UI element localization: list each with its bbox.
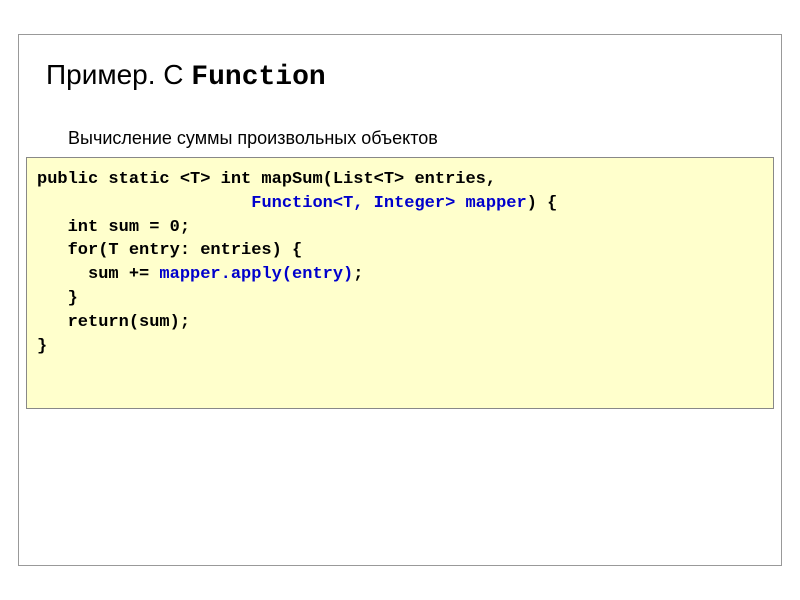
code-line-8: }	[37, 335, 763, 359]
code-line-4: for(T entry: entries) {	[37, 239, 763, 263]
code-highlight-mapper-apply: mapper.apply(entry)	[159, 265, 353, 284]
slide-subtitle: Вычисление суммы произвольных объектов	[68, 128, 782, 149]
code-line-6: }	[37, 287, 763, 311]
code-block: public static <T> int mapSum(List<T> ent…	[26, 157, 774, 409]
code-highlight-function-type: Function<T, Integer> mapper	[251, 194, 526, 213]
slide-title: Пример. С Function	[46, 59, 782, 93]
code-line-1: public static <T> int mapSum(List<T> ent…	[37, 168, 763, 192]
slide-content: Пример. С Function Вычисление суммы прои…	[18, 34, 782, 566]
code-line-3: int sum = 0;	[37, 216, 763, 240]
title-prefix: Пример. С	[46, 59, 191, 90]
title-mono: Function	[191, 62, 325, 93]
code-line-2: Function<T, Integer> mapper) {	[37, 192, 763, 216]
code-line-7: return(sum);	[37, 311, 763, 335]
code-line-5: sum += mapper.apply(entry);	[37, 263, 763, 287]
